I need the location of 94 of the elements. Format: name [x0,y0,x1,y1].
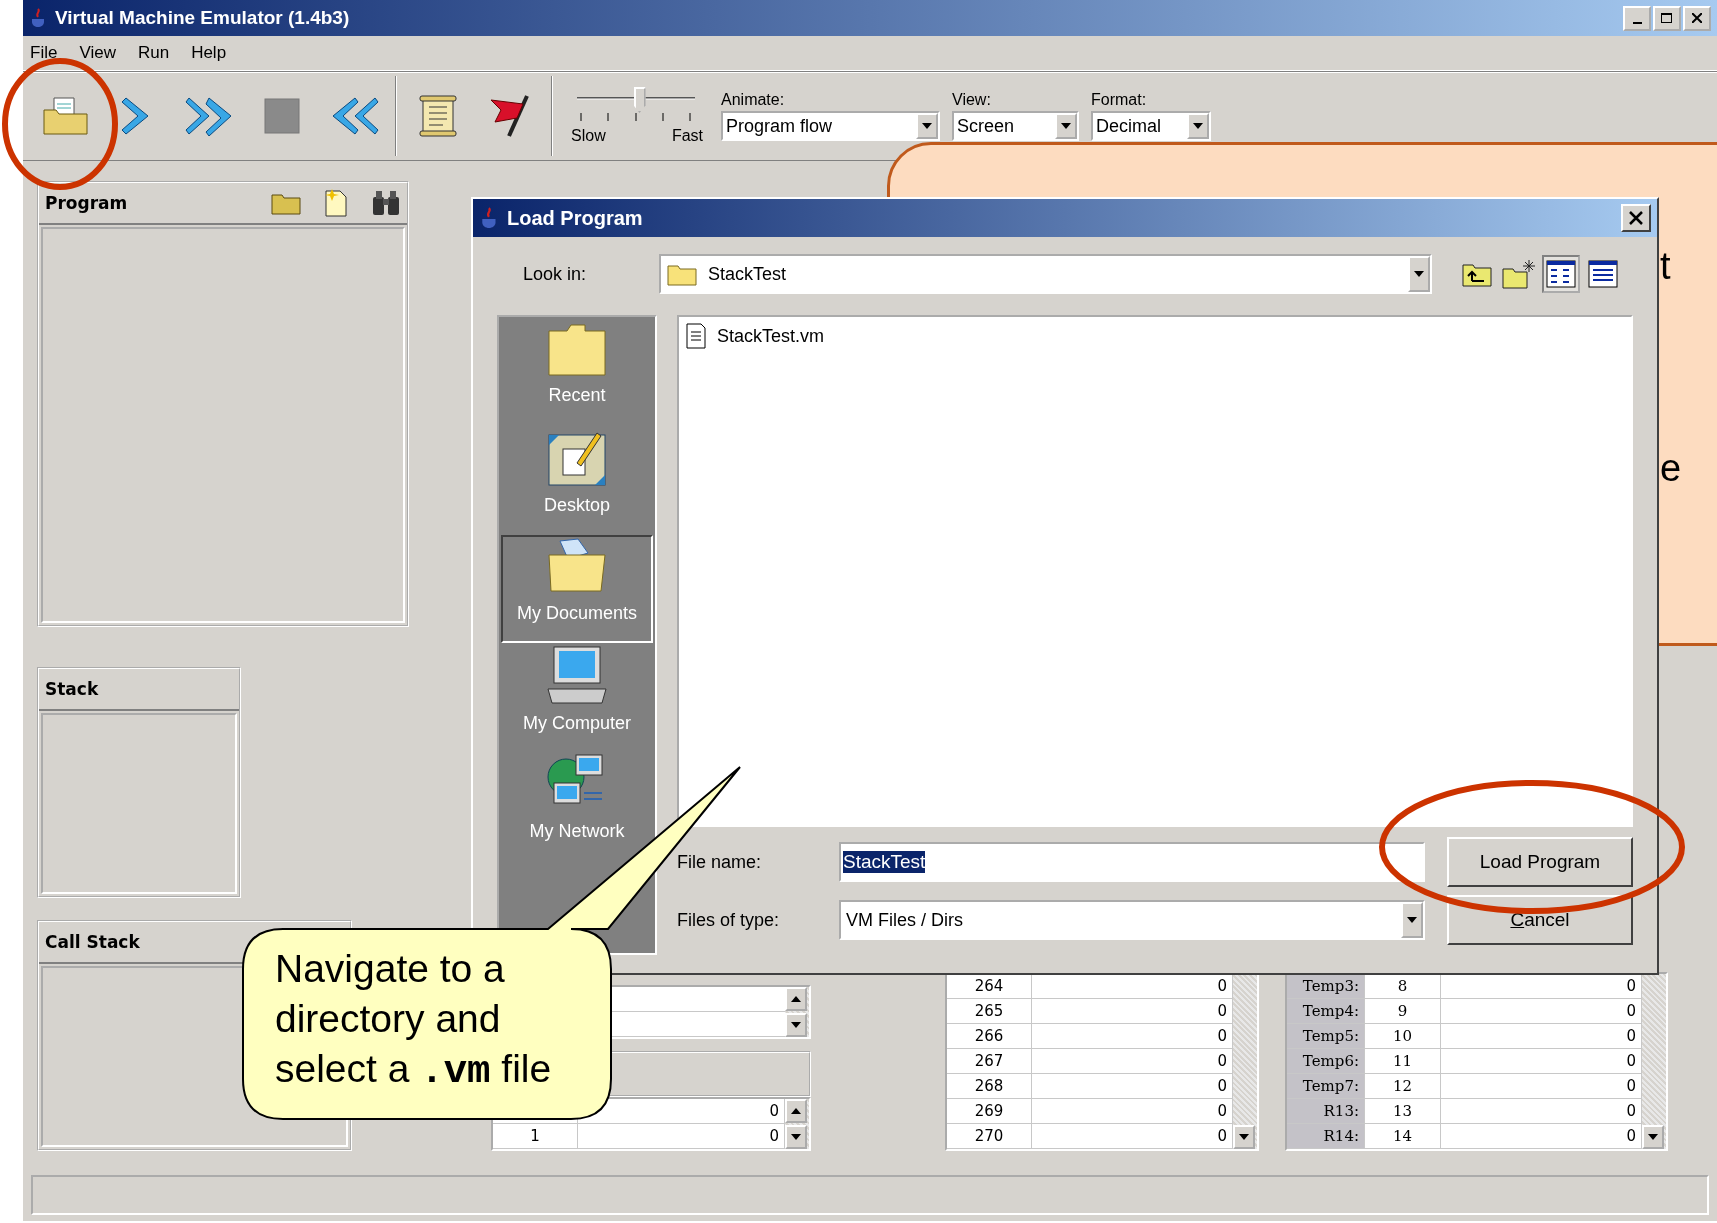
table-cell: Temp7: [1287,1074,1365,1098]
file-type-label: Files of type: [677,909,781,931]
caret-down-icon [1193,123,1203,129]
table-cell: Temp6: [1287,1049,1365,1073]
close-button[interactable] [1621,204,1651,232]
dropdown-arrow-button[interactable] [1055,113,1077,139]
table-cell: 12 [1365,1074,1441,1098]
table-cell: R13: [1287,1099,1365,1123]
callout-text: t [1660,245,1671,288]
scroll-down-button[interactable] [785,1013,807,1037]
window-title: Virtual Machine Emulator (1.4b3) [55,7,350,29]
document-icon [685,322,707,350]
table-cell: 267 [947,1049,1032,1073]
new-folder-icon [1502,259,1536,289]
caret-down-icon [1407,917,1417,923]
slow-label: Slow [571,127,606,145]
table-cell: 13 [1365,1099,1441,1123]
caret-down-icon [1239,1134,1249,1140]
caret-up-icon [791,996,801,1002]
list-view-icon [1546,260,1576,288]
table-cell: 270 [947,1124,1032,1148]
maximize-button[interactable] [1653,5,1681,31]
close-icon [1692,13,1702,23]
scroll-up-button[interactable] [785,987,807,1011]
table-cell: 265 [947,999,1032,1023]
dialog-title: Load Program [507,206,643,230]
minimize-button[interactable] [1623,5,1651,31]
file-name-field[interactable]: StackTest [839,842,1425,882]
dropdown[interactable]: Screen [952,111,1079,141]
list-view-button[interactable] [1542,255,1580,293]
table-cell: 14 [1365,1124,1441,1148]
caret-down-icon [791,1022,801,1028]
slider-thumb[interactable] [633,87,646,113]
dropdown-arrow-button[interactable] [916,113,938,139]
up-folder-icon [1462,261,1492,287]
table-cell: 9 [1365,999,1441,1023]
dropdown[interactable]: Program flow [721,111,940,141]
scroll-down-button[interactable] [1642,1125,1664,1149]
caret-down-icon [1648,1134,1658,1140]
folder-icon [546,321,608,377]
caret-up-icon [791,1108,801,1114]
dropdown[interactable]: Decimal [1091,111,1211,141]
panel-title: Program [45,193,128,213]
menu-item[interactable]: View [79,43,116,63]
table-cell: 269 [947,1099,1032,1123]
close-icon [1629,211,1643,225]
maximize-icon [1661,12,1673,24]
dropdown-label: View: [952,91,992,109]
table-cell: 11 [1365,1049,1441,1073]
place-item[interactable]: My Documents [501,535,653,643]
caret-down-icon [791,1134,801,1140]
table-cell: R14: [1287,1124,1365,1148]
dropdown-label: Animate: [721,91,786,109]
minimize-icon [1632,22,1642,24]
file-type-dropdown[interactable]: VM Files / Dirs [839,900,1425,940]
load-program-button[interactable]: Load Program [1447,837,1633,887]
file-name-label: File name: [677,851,763,873]
scroll-up-button[interactable] [785,1099,807,1123]
dropdown-arrow-button[interactable] [1187,113,1209,139]
look-in-label: Look in: [522,263,588,285]
table-cell: 10 [1365,1024,1441,1048]
square-icon [264,98,300,134]
panel-title: Call Stack [45,931,140,952]
menu-item[interactable]: Run [137,43,170,63]
panel-title: Stack [45,678,99,699]
caret-down-icon [922,123,932,129]
details-view-icon [1588,260,1618,288]
scroll-down-button[interactable] [1233,1125,1255,1149]
computer-icon [546,645,608,705]
menu-item[interactable]: Help [191,43,227,63]
scroll-icon [418,95,458,137]
documents-folder-icon [546,537,608,595]
table-cell: Temp5: [1287,1024,1365,1048]
table-cell: Temp3: [1287,974,1365,998]
table-cell: 266 [947,1024,1032,1048]
look-in-dropdown[interactable]: StackTest [659,254,1432,294]
callout-text: Navigate to a directory and select a .vm file [275,946,553,1096]
file-list-entry[interactable]: StackTest.vm [717,325,825,347]
binoculars-icon[interactable] [371,189,401,217]
table-cell: 268 [947,1074,1032,1098]
table-cell: 1 [493,1124,578,1148]
menu-item[interactable]: File [30,43,58,63]
new-document-icon[interactable] [323,188,349,218]
caret-down-icon [1414,271,1424,277]
fast-label: Fast [671,127,703,145]
dropdown-arrow-button[interactable] [1408,256,1430,292]
dropdown-label: Format: [1091,91,1148,109]
dropdown-arrow-button[interactable] [1401,902,1423,938]
caret-down-icon [1061,123,1071,129]
scroll-down-button[interactable] [785,1125,807,1149]
callout-text: e [1660,447,1682,490]
close-button[interactable] [1683,5,1711,31]
folder-with-document-icon [42,96,90,136]
table-cell: Temp4: [1287,999,1365,1023]
